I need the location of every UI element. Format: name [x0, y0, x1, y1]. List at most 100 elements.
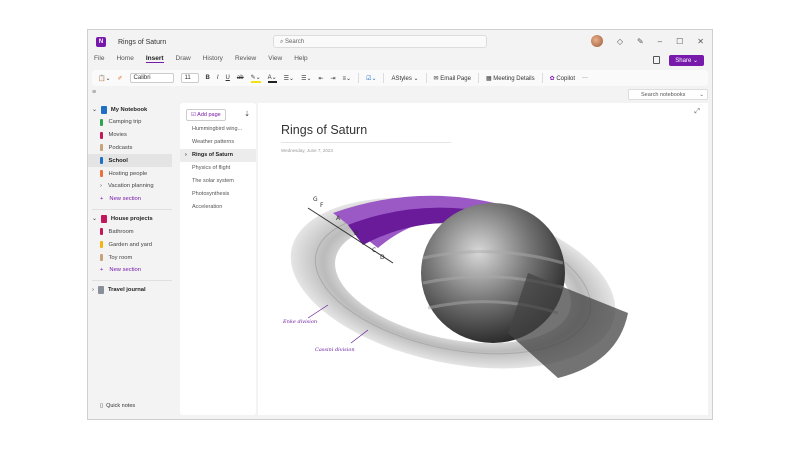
page-title[interactable]: Rings of Saturn: [281, 123, 367, 137]
app-title: Rings of Saturn: [118, 38, 167, 46]
indent-icon[interactable]: ⇥: [331, 75, 336, 82]
search-notebooks-input[interactable]: Search notebooks ⌄: [628, 89, 708, 100]
numbering-icon[interactable]: ☰⌄: [301, 75, 311, 82]
align-icon[interactable]: ≡⌄: [343, 75, 352, 82]
bullets-icon[interactable]: ☰⌄: [284, 75, 294, 82]
new-section-button[interactable]: + New section: [88, 264, 176, 277]
font-color-icon[interactable]: A⌄: [267, 74, 277, 83]
divider: [541, 73, 543, 83]
annotation-cassini: Cassini division: [315, 347, 355, 353]
page-item[interactable]: Physics of flight: [180, 162, 256, 175]
underline-button[interactable]: U: [226, 75, 230, 81]
menu-home[interactable]: Home: [116, 55, 133, 63]
quick-notes-button[interactable]: ▯ Quick notes: [100, 403, 135, 409]
menu-view[interactable]: View: [268, 55, 282, 63]
section-item[interactable]: Movies: [88, 129, 176, 142]
section-item[interactable]: Camping trip: [88, 116, 176, 129]
section-item[interactable]: Podcasts: [88, 142, 176, 155]
share-button[interactable]: Share ⌄: [669, 55, 704, 66]
section-tab-icon: [100, 228, 103, 236]
copilot-button[interactable]: ✿ Copilot: [550, 75, 575, 82]
section-label: Bathroom: [108, 228, 134, 235]
notebook-name: My Notebook: [110, 106, 148, 113]
onenote-logo-icon: N: [96, 37, 106, 47]
saturn-drawing[interactable]: G F A B C D Enke division Cassini divisi…: [268, 163, 638, 393]
section-tab-icon: [100, 118, 103, 126]
page-item[interactable]: The solar system: [180, 175, 256, 188]
section-tab-icon: [100, 254, 103, 262]
minimize-button[interactable]: –: [658, 37, 662, 46]
section-item[interactable]: Hosting people: [88, 167, 176, 180]
page-item[interactable]: Acceleration: [180, 201, 256, 214]
search-placeholder: Search: [285, 39, 305, 45]
format-painter-icon[interactable]: ✐: [118, 75, 123, 82]
section-label: Toy room: [108, 254, 133, 261]
styles-button[interactable]: AStyles ⌄: [391, 75, 418, 82]
expand-icon[interactable]: ⤢: [694, 108, 700, 116]
page-item[interactable]: Weather patterns: [180, 136, 256, 149]
section-item[interactable]: Toy room: [88, 251, 176, 264]
nav-toggle-icon[interactable]: ≡: [92, 89, 96, 96]
paste-icon[interactable]: 📋⌄: [98, 75, 111, 82]
pen-icon[interactable]: ✎: [637, 37, 644, 46]
section-item[interactable]: › Vacation planning: [88, 180, 176, 193]
notebook-name: Travel journal: [107, 287, 146, 294]
menu-help[interactable]: Help: [294, 55, 307, 63]
sort-icon[interactable]: ⇣: [244, 110, 250, 118]
close-button[interactable]: ✕: [697, 37, 704, 46]
page-item[interactable]: Hummingbird wing...: [180, 123, 256, 136]
diamond-icon[interactable]: ◇: [617, 37, 623, 46]
add-page-button[interactable]: ☑ Add page: [186, 109, 226, 121]
page-item[interactable]: Photosynthesis: [180, 188, 256, 201]
search-input[interactable]: ⌕ Search: [273, 35, 487, 48]
outdent-icon[interactable]: ⇤: [318, 75, 323, 82]
more-button[interactable]: ···: [582, 75, 588, 81]
menu-file[interactable]: File: [94, 55, 104, 63]
notebook-house-projects[interactable]: ⌄ House projects: [88, 213, 176, 226]
section-tab-icon: [100, 131, 103, 139]
menu-insert[interactable]: Insert: [145, 55, 164, 63]
menu-review[interactable]: Review: [235, 55, 256, 63]
divider: [92, 208, 172, 210]
meeting-label: Meeting Details: [493, 75, 535, 82]
font-size-select[interactable]: 11: [180, 73, 199, 83]
search-notebooks-label: Search notebooks: [641, 92, 686, 98]
italic-button[interactable]: I: [217, 75, 219, 81]
todo-tag-icon[interactable]: ☑⌄: [366, 75, 376, 82]
notebook-icon: [100, 105, 107, 114]
copilot-icon: ✿: [549, 75, 555, 82]
section-label: Garden and yard: [108, 241, 153, 248]
ring-label-g: G: [313, 196, 318, 203]
section-item[interactable]: School: [88, 154, 172, 168]
section-item[interactable]: Bathroom: [88, 226, 176, 239]
sub-toolbar: ≡ Search notebooks ⌄: [92, 89, 708, 101]
strikethrough-button[interactable]: ab: [237, 75, 244, 81]
menu-bar: File Home Insert Draw History Review Vie…: [94, 55, 308, 63]
ring-label-c: C: [372, 247, 376, 254]
page-item[interactable]: Rings of Saturn: [180, 149, 256, 162]
notebook-icon: [97, 286, 104, 295]
notebook-nav: ⌄ My Notebook Camping trip Movies Podcasts S…: [88, 103, 176, 419]
notebook-travel-journal[interactable]: › Travel journal: [88, 284, 176, 297]
section-tab-icon: [100, 170, 103, 178]
email-page-button[interactable]: ✉ Email Page: [434, 75, 471, 82]
section-label: Movies: [108, 132, 127, 139]
notes-icon[interactable]: [653, 56, 660, 64]
chevron-right-icon: ›: [100, 183, 102, 190]
page-canvas[interactable]: ⤢ Rings of Saturn Wednesday, June 7, 202…: [258, 103, 708, 415]
email-label: Email Page: [440, 75, 471, 82]
page-list: ☑ Add page ⇣ Hummingbird wing... Weather …: [180, 103, 256, 415]
maximize-button[interactable]: ☐: [676, 37, 683, 46]
bold-button[interactable]: B: [206, 75, 210, 81]
notebook-my-notebook[interactable]: ⌄ My Notebook: [88, 103, 176, 116]
avatar[interactable]: [590, 35, 603, 47]
highlight-icon[interactable]: ✎⌄: [250, 74, 261, 83]
new-section-label: New section: [109, 267, 141, 274]
font-select[interactable]: Calibri: [129, 73, 174, 83]
menu-history[interactable]: History: [203, 55, 223, 63]
add-page-label: Add page: [197, 112, 221, 118]
section-item[interactable]: Garden and yard: [88, 238, 176, 251]
menu-draw[interactable]: Draw: [176, 55, 191, 63]
meeting-details-button[interactable]: ▦ Meeting Details: [486, 75, 535, 82]
new-section-button[interactable]: + New section: [88, 193, 176, 206]
